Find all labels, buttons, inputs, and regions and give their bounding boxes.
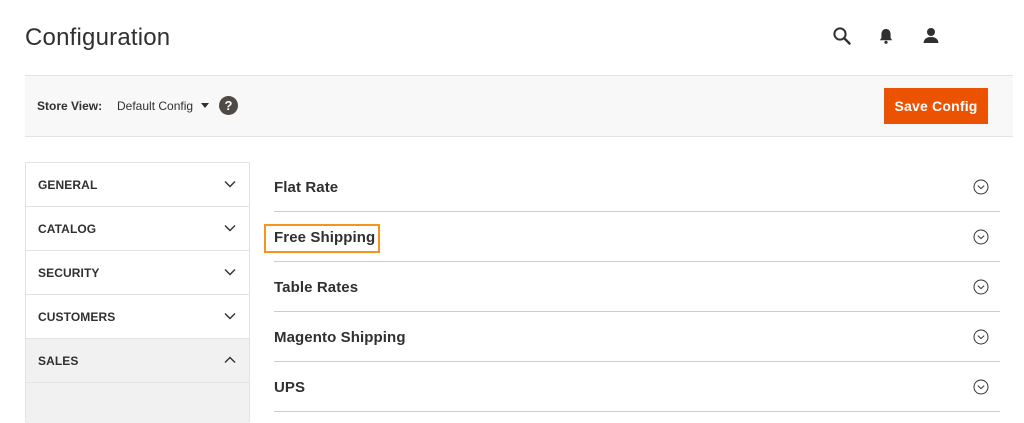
config-sidebar: GENERAL CATALOG SECURITY CUSTOMERS SALES <box>25 162 250 423</box>
expand-circle-icon[interactable] <box>973 229 989 245</box>
sidebar-item-security[interactable]: SECURITY <box>26 251 249 295</box>
store-view-switcher[interactable]: Default Config <box>117 99 210 113</box>
store-view-value: Default Config <box>117 99 194 113</box>
section-flat-rate[interactable]: Flat Rate <box>274 162 1000 212</box>
sidebar-item-label: CUSTOMERS <box>38 310 116 324</box>
user-icon[interactable] <box>921 26 941 46</box>
page-title: Configuration <box>25 24 171 51</box>
section-magento-shipping[interactable]: Magento Shipping <box>274 312 1000 362</box>
expand-circle-icon[interactable] <box>973 329 989 345</box>
sidebar-item-customers[interactable]: CUSTOMERS <box>26 295 249 339</box>
section-title: UPS <box>274 379 306 396</box>
chevron-down-icon <box>224 181 236 188</box>
sidebar-item-label: GENERAL <box>38 178 98 192</box>
sidebar-subsection-area <box>26 383 249 423</box>
section-title: Magento Shipping <box>274 329 406 346</box>
section-title: Table Rates <box>274 279 359 296</box>
sidebar-item-label: SALES <box>38 354 79 368</box>
section-free-shipping[interactable]: Free Shipping <box>274 212 1000 262</box>
chevron-up-icon <box>224 356 236 363</box>
sidebar-item-sales[interactable]: SALES <box>26 339 249 383</box>
section-title: Flat Rate <box>274 179 339 196</box>
chevron-down-icon <box>224 269 236 276</box>
store-view-toolbar: Store View: Default Config ? Save Config <box>25 75 1013 137</box>
caret-down-icon <box>201 103 210 109</box>
save-config-button[interactable]: Save Config <box>884 88 988 124</box>
sidebar-item-label: SECURITY <box>38 266 100 280</box>
sidebar-item-label: CATALOG <box>38 222 97 236</box>
help-icon[interactable]: ? <box>219 96 238 115</box>
chevron-down-icon <box>224 313 236 320</box>
search-icon[interactable] <box>832 26 852 46</box>
expand-circle-icon[interactable] <box>973 179 989 195</box>
section-table-rates[interactable]: Table Rates <box>274 262 1000 312</box>
sidebar-item-catalog[interactable]: CATALOG <box>26 207 249 251</box>
sidebar-item-general[interactable]: GENERAL <box>26 163 249 207</box>
store-view-label: Store View: <box>37 99 103 113</box>
section-ups[interactable]: UPS <box>274 362 1000 412</box>
expand-circle-icon[interactable] <box>973 279 989 295</box>
chevron-down-icon <box>224 225 236 232</box>
expand-circle-icon[interactable] <box>973 379 989 395</box>
shipping-methods-sections: Flat Rate Free Shipping Table Rates Mage… <box>274 162 1000 412</box>
section-title: Free Shipping <box>274 229 376 246</box>
bell-icon[interactable] <box>876 26 896 46</box>
